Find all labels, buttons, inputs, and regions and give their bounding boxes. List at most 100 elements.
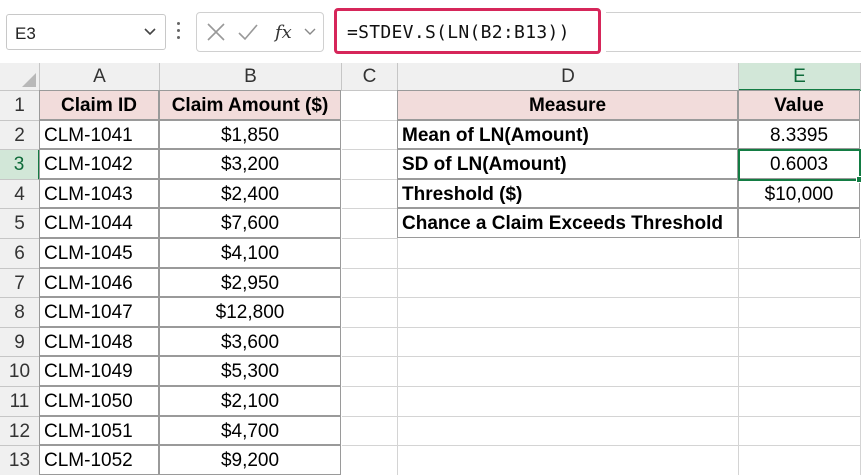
row-header-3[interactable]: 3 xyxy=(0,150,40,180)
cell-c4[interactable] xyxy=(342,179,398,210)
row-header-1[interactable]: 1 xyxy=(0,91,40,121)
formula-buttons: fx xyxy=(196,12,324,52)
cell-b6[interactable]: $4,100 xyxy=(159,238,341,268)
cell-e2[interactable]: 8.3395 xyxy=(738,119,860,150)
cell-a9[interactable]: CLM-1048 xyxy=(39,326,159,357)
cell-b12[interactable]: $4,700 xyxy=(159,415,341,446)
cell-d6[interactable] xyxy=(398,239,739,269)
cell-c7[interactable] xyxy=(342,268,398,299)
cell-b4[interactable]: $2,400 xyxy=(159,178,341,209)
drag-handle-icon[interactable] xyxy=(176,22,182,42)
cell-d8[interactable] xyxy=(398,298,739,328)
formula-text: =STDEV.S(LN(B2:B13)) xyxy=(347,22,570,43)
cell-a11[interactable]: CLM-1050 xyxy=(39,386,159,416)
column-header-d[interactable]: D xyxy=(398,63,739,91)
cell-c2[interactable] xyxy=(342,120,398,151)
cell-c11[interactable] xyxy=(342,387,398,417)
cell-b9[interactable]: $3,600 xyxy=(159,326,341,357)
cell-e7[interactable] xyxy=(739,268,861,299)
cell-a7[interactable]: CLM-1046 xyxy=(39,267,159,298)
cell-b10[interactable]: $5,300 xyxy=(159,356,341,386)
cell-d2[interactable]: Mean of LN(Amount) xyxy=(397,119,738,150)
column-header-c[interactable]: C xyxy=(342,63,398,91)
row-header-6[interactable]: 6 xyxy=(0,239,40,269)
cell-c8[interactable] xyxy=(342,298,398,328)
cell-d4[interactable]: Threshold ($) xyxy=(397,178,738,209)
row-header-7[interactable]: 7 xyxy=(0,268,40,299)
cell-a8[interactable]: CLM-1047 xyxy=(39,297,159,327)
svg-text:fx: fx xyxy=(273,22,292,43)
name-box-value: E3 xyxy=(15,24,36,43)
cell-b5[interactable]: $7,600 xyxy=(159,208,341,238)
cancel-x-icon[interactable] xyxy=(205,21,227,43)
cell-b2[interactable]: $1,850 xyxy=(159,119,341,150)
cell-a6[interactable]: CLM-1045 xyxy=(39,238,159,268)
cell-e1[interactable]: Value xyxy=(738,90,860,120)
cell-c3[interactable] xyxy=(342,150,398,180)
cell-b7[interactable]: $2,950 xyxy=(159,267,341,298)
cell-c13[interactable] xyxy=(342,446,398,475)
cell-e5[interactable] xyxy=(738,208,860,238)
cell-b13[interactable]: $9,200 xyxy=(159,445,341,475)
cell-d11[interactable] xyxy=(398,387,739,417)
formula-input[interactable]: =STDEV.S(LN(B2:B13)) xyxy=(334,8,601,54)
cell-d1[interactable]: Measure xyxy=(397,90,738,120)
cell-d9[interactable] xyxy=(398,327,739,358)
fill-handle[interactable] xyxy=(856,175,861,183)
cell-e13[interactable] xyxy=(739,446,861,475)
row-header-13[interactable]: 13 xyxy=(0,446,40,475)
row-header-5[interactable]: 5 xyxy=(0,209,40,239)
row-header-11[interactable]: 11 xyxy=(0,387,40,417)
cell-d13[interactable] xyxy=(398,446,739,475)
cell-e6[interactable] xyxy=(739,239,861,269)
cell-c9[interactable] xyxy=(342,327,398,358)
cell-e8[interactable] xyxy=(739,298,861,328)
name-box[interactable]: E3 xyxy=(6,14,166,50)
chevron-down-icon[interactable] xyxy=(303,21,317,43)
cell-a4[interactable]: CLM-1043 xyxy=(39,178,159,209)
cell-e11[interactable] xyxy=(739,387,861,417)
column-header-a[interactable]: A xyxy=(40,63,160,91)
chevron-down-icon[interactable] xyxy=(143,23,157,41)
cell-d10[interactable] xyxy=(398,357,739,387)
cell-a5[interactable]: CLM-1044 xyxy=(39,208,159,238)
cell-a2[interactable]: CLM-1041 xyxy=(39,119,159,150)
column-header-e[interactable]: E xyxy=(739,63,861,91)
enter-check-icon[interactable] xyxy=(237,21,259,43)
cell-b1[interactable]: Claim Amount ($) xyxy=(159,90,341,120)
cell-b3[interactable]: $3,200 xyxy=(159,149,341,179)
cell-e3[interactable]: 0.6003 xyxy=(738,149,860,179)
cell-e10[interactable] xyxy=(739,357,861,387)
column-header-b[interactable]: B xyxy=(160,63,342,91)
cell-d3[interactable]: SD of LN(Amount) xyxy=(397,149,738,179)
row-header-2[interactable]: 2 xyxy=(0,120,40,151)
cell-c1[interactable] xyxy=(342,91,398,121)
cell-e9[interactable] xyxy=(739,327,861,358)
cell-b8[interactable]: $12,800 xyxy=(159,297,341,327)
formula-bar: E3 fx =STDEV.S(LN(B2:B13)) xyxy=(0,0,861,63)
cell-a3[interactable]: CLM-1042 xyxy=(39,149,159,179)
cell-c5[interactable] xyxy=(342,209,398,239)
cell-c10[interactable] xyxy=(342,357,398,387)
cell-c6[interactable] xyxy=(342,239,398,269)
cell-b11[interactable]: $2,100 xyxy=(159,386,341,416)
cell-e4[interactable]: $10,000 xyxy=(738,178,860,209)
cell-d12[interactable] xyxy=(398,416,739,447)
insert-function-icon[interactable]: fx xyxy=(273,21,301,43)
cell-e12[interactable] xyxy=(739,416,861,447)
select-all-corner[interactable] xyxy=(0,63,40,91)
formula-input-extension[interactable] xyxy=(606,12,861,52)
cell-c12[interactable] xyxy=(342,416,398,447)
cell-d5[interactable]: Chance a Claim Exceeds Threshold xyxy=(397,208,738,238)
cell-a10[interactable]: CLM-1049 xyxy=(39,356,159,386)
row-header-9[interactable]: 9 xyxy=(0,327,40,358)
spreadsheet-grid: A B C D E 1 Claim ID Claim Amount ($) Measure Val… xyxy=(0,63,861,475)
cell-a13[interactable]: CLM-1052 xyxy=(39,445,159,475)
cell-a1[interactable]: Claim ID xyxy=(39,90,159,120)
cell-a12[interactable]: CLM-1051 xyxy=(39,415,159,446)
row-header-12[interactable]: 12 xyxy=(0,416,40,447)
row-header-10[interactable]: 10 xyxy=(0,357,40,387)
row-header-4[interactable]: 4 xyxy=(0,179,40,210)
row-header-8[interactable]: 8 xyxy=(0,298,40,328)
cell-d7[interactable] xyxy=(398,268,739,299)
